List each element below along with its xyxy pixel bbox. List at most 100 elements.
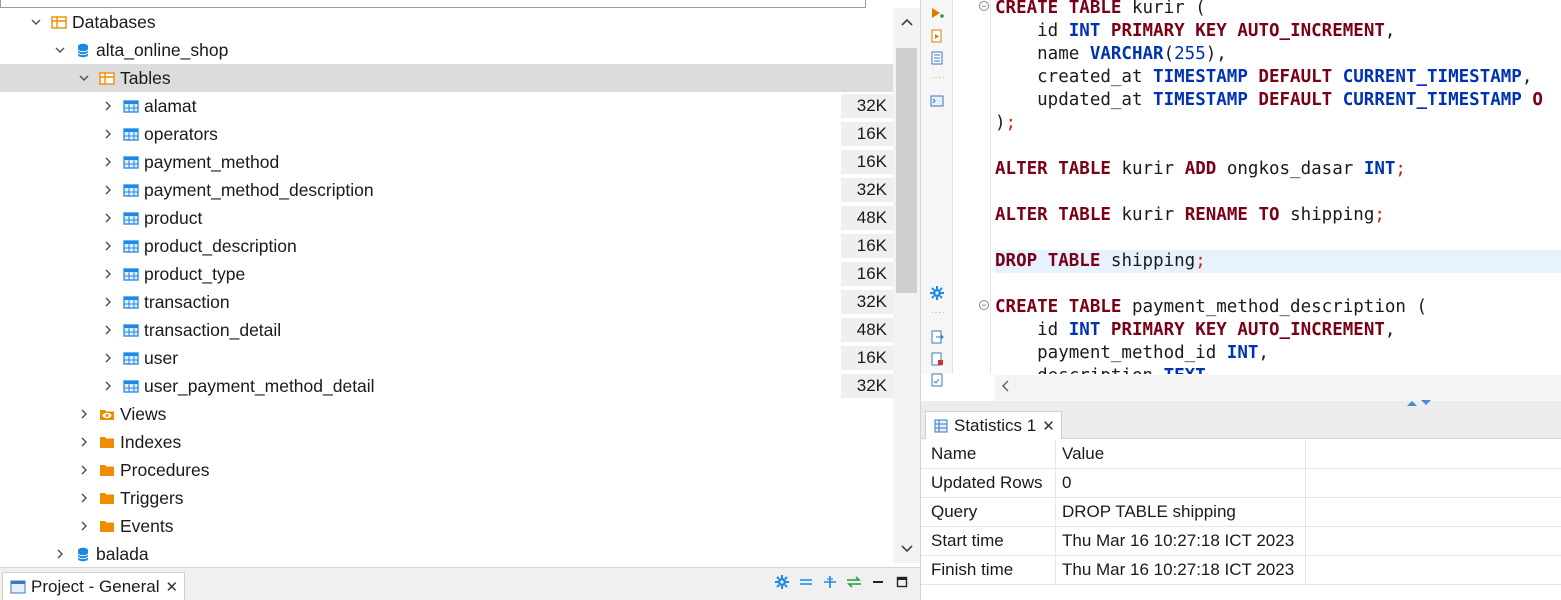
tree-item-product-description[interactable]: product_description 16K: [0, 232, 893, 260]
chevron-right-icon[interactable]: [100, 154, 116, 170]
chevron-right-icon[interactable]: [100, 126, 116, 142]
chevron-right-icon[interactable]: [100, 378, 116, 394]
grid-row[interactable]: Start time Thu Mar 16 10:27:18 ICT 2023: [921, 527, 1561, 556]
tree-item-payment-method-description[interactable]: payment_method_description 32K: [0, 176, 893, 204]
scroll-down-icon[interactable]: [893, 537, 920, 561]
tree-item-views[interactable]: Views: [0, 400, 893, 428]
tree-item-user-payment-method-detail[interactable]: user_payment_method_detail 32K: [0, 372, 893, 400]
close-icon[interactable]: ✕: [1042, 417, 1055, 435]
chevron-right-icon[interactable]: [76, 406, 92, 422]
cell-name[interactable]: Finish time: [921, 556, 1056, 584]
grid-row[interactable]: Query DROP TABLE shipping: [921, 498, 1561, 527]
chevron-right-icon[interactable]: [52, 546, 68, 562]
variables-icon[interactable]: [929, 372, 945, 388]
chevron-right-icon[interactable]: [100, 98, 116, 114]
tab-statistics[interactable]: Statistics 1 ✕: [925, 411, 1062, 439]
minimize-icon[interactable]: [870, 574, 886, 590]
grid-row[interactable]: Finish time Thu Mar 16 10:27:18 ICT 2023: [921, 556, 1561, 585]
column-header-value[interactable]: Value: [1056, 440, 1306, 468]
cell-value[interactable]: 0: [1056, 469, 1306, 497]
code-line[interactable]: [995, 273, 1561, 296]
tree-item-indexes[interactable]: Indexes: [0, 428, 893, 456]
console-icon[interactable]: [929, 93, 945, 109]
tree-item-operators[interactable]: operators 16K: [0, 120, 893, 148]
cell-name[interactable]: Updated Rows: [921, 469, 1056, 497]
fold-toggle-icon[interactable]: −: [979, 1, 989, 11]
chevron-right-icon[interactable]: [100, 350, 116, 366]
link-icon[interactable]: [822, 574, 838, 590]
chevron-down-icon[interactable]: [52, 42, 68, 58]
navigator-scrollbar[interactable]: [893, 8, 920, 563]
code-line[interactable]: CREATE TABLE payment_method_description …: [995, 296, 1561, 319]
splitter-arrows-icon[interactable]: [1406, 399, 1432, 409]
tree-item-product-type[interactable]: product_type 16K: [0, 260, 893, 288]
maximize-icon[interactable]: [894, 574, 910, 590]
gear-icon[interactable]: [774, 574, 790, 590]
scrollbar-thumb[interactable]: [896, 48, 917, 293]
code-line[interactable]: CREATE TABLE kurir (: [995, 0, 1561, 20]
tree-item-user[interactable]: user 16K: [0, 344, 893, 372]
export-icon[interactable]: [929, 329, 945, 345]
code-line[interactable]: description TEXT: [995, 365, 1561, 374]
code-line[interactable]: DROP TABLE shipping;: [995, 250, 1561, 273]
scroll-left-icon[interactable]: [1001, 379, 1009, 397]
chevron-right-icon[interactable]: [100, 322, 116, 338]
chevron-right-icon[interactable]: [100, 238, 116, 254]
code-line[interactable]: ALTER TABLE kurir RENAME TO shipping;: [995, 204, 1561, 227]
cell-name[interactable]: Start time: [921, 527, 1056, 555]
explain-plan-icon[interactable]: [929, 50, 945, 66]
code-line[interactable]: id INT PRIMARY KEY AUTO_INCREMENT,: [995, 20, 1561, 43]
panel-splitter[interactable]: [921, 399, 1561, 409]
code-line[interactable]: updated_at TIMESTAMP DEFAULT CURRENT_TIM…: [995, 89, 1561, 112]
tree-item-alta-online-shop[interactable]: alta_online_shop: [0, 36, 893, 64]
chevron-down-icon[interactable]: [28, 14, 44, 30]
tree-item-transaction-detail[interactable]: transaction_detail 48K: [0, 316, 893, 344]
chevron-right-icon[interactable]: [100, 294, 116, 310]
chevron-right-icon[interactable]: [100, 182, 116, 198]
close-icon[interactable]: ✕: [166, 578, 179, 596]
tree-item-balada[interactable]: balada: [0, 540, 893, 568]
navigator-filter-input[interactable]: [0, 0, 866, 8]
chevron-right-icon[interactable]: [76, 434, 92, 450]
fold-toggle-icon[interactable]: −: [979, 300, 989, 310]
chevron-right-icon[interactable]: [76, 518, 92, 534]
tree-item-payment-method[interactable]: payment_method 16K: [0, 148, 893, 176]
column-header-name[interactable]: Name: [921, 440, 1056, 468]
code-line[interactable]: [995, 135, 1561, 158]
tree-item-alamat[interactable]: alamat 32K: [0, 92, 893, 120]
cell-value[interactable]: Thu Mar 16 10:27:18 ICT 2023: [1056, 527, 1306, 555]
tree-item-triggers[interactable]: Triggers: [0, 484, 893, 512]
code-line[interactable]: ALTER TABLE kurir ADD ongkos_dasar INT;: [995, 158, 1561, 181]
script-file-icon[interactable]: [929, 351, 945, 367]
tab-project-general[interactable]: Project - General ✕: [2, 572, 186, 600]
tree-item-databases[interactable]: Databases: [0, 8, 893, 36]
code-line[interactable]: [995, 227, 1561, 250]
scroll-up-icon[interactable]: [893, 10, 920, 34]
execute-statement-icon[interactable]: [929, 6, 945, 22]
tree-item-transaction[interactable]: transaction 32K: [0, 288, 893, 316]
cell-value[interactable]: DROP TABLE shipping: [1056, 498, 1306, 526]
code-line[interactable]: [995, 181, 1561, 204]
sql-code-editor[interactable]: CREATE TABLE kurir ( id INT PRIMARY KEY …: [995, 0, 1561, 374]
tree-item-events[interactable]: Events: [0, 512, 893, 540]
code-line[interactable]: id INT PRIMARY KEY AUTO_INCREMENT,: [995, 319, 1561, 342]
tree-item-tables[interactable]: Tables: [0, 64, 893, 92]
tree-item-product[interactable]: product 48K: [0, 204, 893, 232]
chevron-right-icon[interactable]: [100, 266, 116, 282]
settings-gear-icon[interactable]: [929, 285, 945, 301]
code-line[interactable]: created_at TIMESTAMP DEFAULT CURRENT_TIM…: [995, 66, 1561, 89]
code-line[interactable]: );: [995, 112, 1561, 135]
chevron-right-icon[interactable]: [100, 210, 116, 226]
cell-name[interactable]: Query: [921, 498, 1056, 526]
chevron-right-icon[interactable]: [76, 490, 92, 506]
cell-value[interactable]: Thu Mar 16 10:27:18 ICT 2023: [1056, 556, 1306, 584]
collapse-all-icon[interactable]: [798, 574, 814, 590]
chevron-right-icon[interactable]: [76, 462, 92, 478]
tree-item-procedures[interactable]: Procedures: [0, 456, 893, 484]
chevron-down-icon[interactable]: [76, 70, 92, 86]
editor-horizontal-scrollbar[interactable]: [995, 375, 1561, 401]
sync-icon[interactable]: [846, 574, 862, 590]
code-line[interactable]: name VARCHAR(255),: [995, 43, 1561, 66]
grid-row[interactable]: Updated Rows 0: [921, 469, 1561, 498]
execute-script-icon[interactable]: [929, 28, 945, 44]
